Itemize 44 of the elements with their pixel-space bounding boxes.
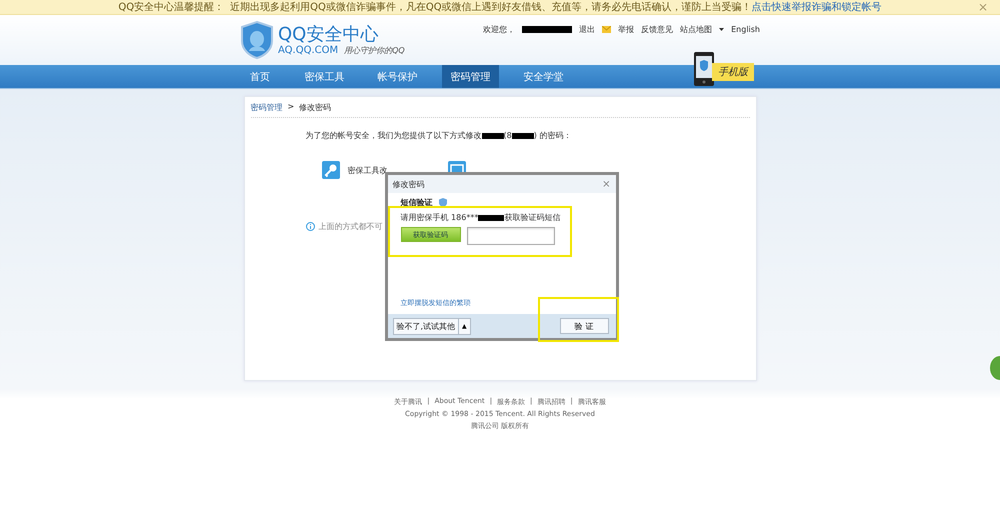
report-link[interactable]: 点击快速举报诈骗和锁定帐号	[752, 0, 882, 14]
redaction-bar	[512, 132, 534, 138]
notice-text: 近期出现多起利用QQ或微信诈骗事件，凡在QQ或微信上遇到好友借钱、充值等，请务必先电话确认，谨防上当受骗！	[230, 0, 752, 14]
nav-tab[interactable]: 首页	[240, 65, 280, 88]
header-link[interactable]: 退出	[579, 24, 596, 34]
intro-text: 为了您的帐号安全，我们为您提供了以下方式修改	[306, 130, 482, 141]
redaction-bar	[522, 26, 572, 32]
alternative-button[interactable]: 验不了,试试其他	[392, 318, 460, 334]
header-link[interactable]: 反馈意见	[641, 24, 674, 34]
nav-tab[interactable]: 安全学堂	[515, 65, 572, 88]
header-link[interactable]: 举报	[618, 24, 634, 34]
header-link[interactable]: 站点地图	[680, 24, 712, 34]
instruction-text: 获取验证码短信	[504, 212, 560, 223]
redaction-bar	[482, 132, 504, 138]
breadcrumb-separator: >	[288, 102, 294, 113]
mobile-version-tag[interactable]: 手机版	[712, 63, 754, 81]
phone-icon[interactable]	[694, 52, 714, 86]
caret-icon[interactable]	[719, 28, 724, 30]
instruction-text: 请用密保手机 186***	[400, 212, 478, 223]
notice-label: QQ安全中心温馨提醒：	[118, 0, 224, 14]
intro-text: (8	[504, 131, 512, 140]
close-button[interactable]: ×	[602, 178, 610, 190]
shield-icon	[438, 198, 446, 207]
note-text: 上面的方式都不可	[318, 221, 382, 232]
site-domain: AQ.QQ.COM	[278, 44, 338, 56]
breadcrumb-current: 修改密码	[299, 102, 332, 113]
nav-tab[interactable]: 密码管理	[442, 65, 499, 88]
code-input-field[interactable]	[466, 227, 554, 245]
section-heading: 短信验证	[400, 197, 432, 208]
dialog-title: 修改密码	[392, 178, 424, 190]
key-icon[interactable]	[322, 161, 340, 179]
slogan: 用心守护你的QQ	[344, 44, 405, 56]
nav-tab[interactable]: 密保工具	[296, 65, 353, 88]
site-title: QQ安全中心	[278, 24, 380, 44]
intro-text: ) 的密码：	[534, 130, 572, 141]
redaction-bar	[478, 214, 504, 220]
breadcrumb-link[interactable]: 密码管理	[250, 102, 282, 113]
header-link[interactable]: English	[731, 24, 760, 34]
mail-icon[interactable]	[602, 26, 612, 32]
shield-logo-icon	[240, 21, 274, 59]
info-icon	[306, 222, 314, 231]
verify-button[interactable]: 验 证	[560, 318, 608, 334]
nav-tab[interactable]: 帐号保护	[369, 65, 426, 88]
welcome-text: 欢迎您，	[483, 24, 516, 34]
